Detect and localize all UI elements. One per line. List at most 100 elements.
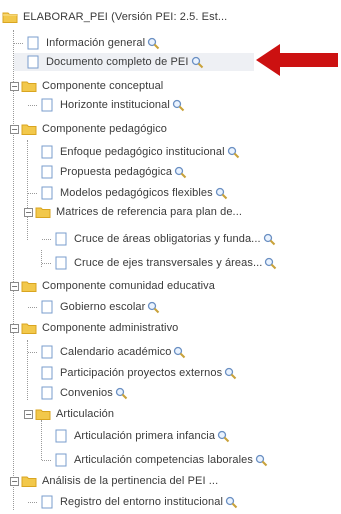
document-icon [39, 98, 55, 112]
minus-toggle-icon[interactable]: − [10, 476, 19, 486]
document-icon [39, 345, 55, 359]
tree-item-componente-conceptual[interactable]: − Componente conceptual [10, 77, 163, 95]
tree-item-label: Cruce de áreas obligatorias y funda... [74, 233, 261, 245]
tree-item-cruce-ejes[interactable]: Cruce de ejes transversales y áreas... [42, 254, 277, 272]
document-icon [53, 429, 69, 443]
tree-item-label: Cruce de ejes transversales y áreas... [74, 257, 263, 269]
document-icon [53, 256, 69, 270]
minus-toggle-icon[interactable]: − [10, 81, 19, 91]
magnifier-icon[interactable] [255, 454, 268, 467]
tree-item-enfoque-pedagogico[interactable]: Enfoque pedagógico institucional [28, 143, 240, 161]
tree-item-registro-entorno[interactable]: Registro del entorno institucional [28, 493, 238, 511]
tree-item-propuesta-pedagogica[interactable]: Propuesta pedagógica [28, 163, 187, 181]
folder-icon [35, 407, 51, 421]
tree-connector [28, 306, 37, 308]
magnifier-icon[interactable] [174, 166, 187, 179]
magnifier-icon[interactable] [217, 430, 230, 443]
folder-icon [21, 279, 37, 293]
magnifier-icon[interactable] [224, 367, 237, 380]
magnifier-icon[interactable] [191, 56, 204, 69]
tree-item-label: Componente conceptual [42, 80, 164, 92]
folder-icon [2, 10, 18, 24]
document-icon [53, 232, 69, 246]
folder-icon [35, 205, 51, 219]
tree-root-label: ELABORAR_PEI (Versión PEI: 2.5. Est... [23, 11, 228, 23]
document-icon [39, 386, 55, 400]
magnifier-icon[interactable] [264, 257, 277, 270]
document-icon [39, 300, 55, 314]
tree-item-articulacion-primera-infancia[interactable]: Articulación primera infancia [42, 427, 230, 445]
folder-icon [21, 474, 37, 488]
tree-item-label: Componente pedagógico [42, 123, 168, 135]
document-icon [53, 453, 69, 467]
tree-root[interactable]: ELABORAR_PEI (Versión PEI: 2.5. Est... [2, 8, 227, 26]
red-arrow-icon [256, 44, 338, 76]
magnifier-icon[interactable] [227, 146, 240, 159]
document-icon [39, 495, 55, 509]
document-icon [25, 55, 41, 69]
tree-item-label: Análisis de la pertinencia del PEI ... [42, 475, 219, 487]
tree-item-participacion-proyectos[interactable]: Participación proyectos externos [28, 364, 237, 382]
document-icon [25, 36, 41, 50]
tree-item-articulacion-competencias[interactable]: Articulación competencias laborales [42, 451, 268, 469]
folder-icon [21, 321, 37, 335]
folder-icon [21, 79, 37, 93]
tree-item-label: Componente comunidad educativa [42, 280, 216, 292]
tree-connector [42, 262, 51, 264]
tree-item-componente-administrativo[interactable]: − Componente administrativo [10, 319, 178, 337]
tree-connector [28, 192, 37, 194]
tree-item-label: Información general [46, 37, 146, 49]
tree-item-label: Gobierno escolar [60, 301, 146, 313]
tree-item-label: Calendario académico [60, 346, 172, 358]
tree-connector [42, 238, 51, 240]
tree-item-label: Horizonte institucional [60, 99, 170, 111]
tree-connector [42, 459, 51, 461]
minus-toggle-icon[interactable]: − [24, 207, 33, 217]
tree-item-label: Enfoque pedagógico institucional [60, 146, 225, 158]
magnifier-icon[interactable] [263, 233, 276, 246]
tree-item-label: Articulación competencias laborales [74, 454, 253, 466]
tree-item-label: Propuesta pedagógica [60, 166, 173, 178]
folder-icon [21, 122, 37, 136]
tree-item-label: Participación proyectos externos [60, 367, 223, 379]
pei-tree: ELABORAR_PEI (Versión PEI: 2.5. Est... I… [0, 0, 341, 514]
magnifier-icon[interactable] [225, 496, 238, 509]
document-icon [39, 186, 55, 200]
tree-item-analisis-pertinencia[interactable]: − Análisis de la pertinencia del PEI ... [10, 472, 218, 490]
minus-toggle-icon[interactable]: − [10, 124, 19, 134]
magnifier-icon[interactable] [215, 187, 228, 200]
tree-connector [28, 351, 37, 353]
tree-item-label: Articulación [56, 408, 115, 420]
tree-item-label: Componente administrativo [42, 322, 179, 334]
tree-item-documento-completo[interactable]: Documento completo de PEI [14, 53, 254, 71]
tree-item-calendario-academico[interactable]: Calendario académico [28, 343, 186, 361]
tree-item-label: Modelos pedagógicos flexibles [60, 187, 213, 199]
tree-item-componente-comunidad[interactable]: − Componente comunidad educativa [10, 277, 215, 295]
document-icon [39, 145, 55, 159]
tree-connector [28, 501, 37, 503]
tree-item-label: Registro del entorno institucional [60, 496, 223, 508]
minus-toggle-icon[interactable]: − [24, 409, 33, 419]
magnifier-icon[interactable] [115, 387, 128, 400]
magnifier-icon[interactable] [172, 99, 185, 112]
magnifier-icon[interactable] [147, 37, 160, 50]
tree-item-horizonte-institucional[interactable]: Horizonte institucional [28, 96, 185, 114]
tree-item-articulacion[interactable]: − Articulación [24, 405, 114, 423]
tree-item-label: Matrices de referencia para plan de... [56, 206, 243, 218]
magnifier-icon[interactable] [147, 301, 160, 314]
minus-toggle-icon[interactable]: − [10, 281, 19, 291]
tree-connector [14, 42, 23, 44]
document-icon [39, 165, 55, 179]
tree-item-componente-pedagogico[interactable]: − Componente pedagógico [10, 120, 167, 138]
tree-connector [28, 104, 37, 106]
tree-item-gobierno-escolar[interactable]: Gobierno escolar [28, 298, 160, 316]
magnifier-icon[interactable] [173, 346, 186, 359]
minus-toggle-icon[interactable]: − [10, 323, 19, 333]
tree-item-informacion-general[interactable]: Información general [14, 34, 160, 52]
tree-item-modelos-flexibles[interactable]: Modelos pedagógicos flexibles [28, 184, 228, 202]
tree-item-label: Convenios [60, 387, 113, 399]
tree-item-cruce-areas[interactable]: Cruce de áreas obligatorias y funda... [42, 230, 276, 248]
tree-item-convenios[interactable]: Convenios [28, 384, 128, 402]
tree-item-label: Articulación primera infancia [74, 430, 216, 442]
tree-item-matrices-referencia[interactable]: − Matrices de referencia para plan de... [24, 203, 242, 221]
